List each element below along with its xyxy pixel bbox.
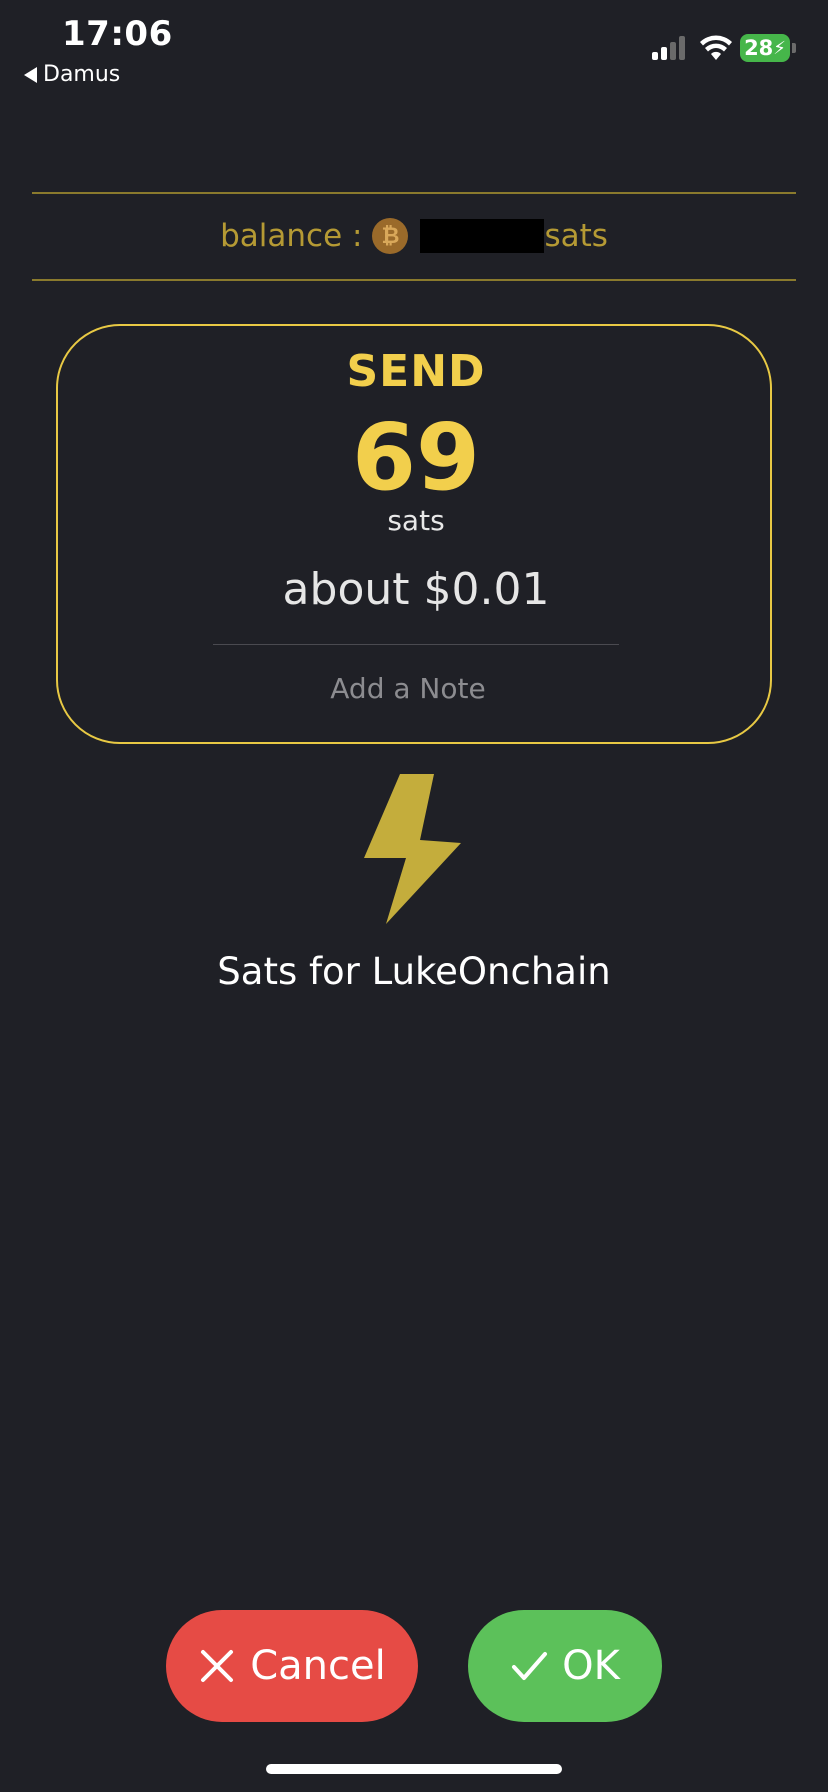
- back-to-app-link[interactable]: Damus: [24, 62, 120, 87]
- send-amount-card: SEND 69 sats about $0.01 Add a Note: [56, 324, 772, 744]
- balance-row: balance : ₿ sats: [32, 210, 796, 262]
- add-note-input[interactable]: Add a Note: [58, 672, 758, 705]
- ok-button[interactable]: OK: [468, 1610, 662, 1722]
- send-unit: sats: [387, 504, 445, 537]
- balance-unit: sats: [544, 218, 608, 254]
- close-icon: [201, 1650, 234, 1682]
- redacted-balance-value: [420, 219, 545, 253]
- balance-label: balance :: [220, 218, 363, 254]
- home-indicator[interactable]: [266, 1764, 562, 1774]
- fiat-estimate: about $0.01: [282, 564, 550, 615]
- charging-bolt-icon: ⚡: [773, 37, 786, 59]
- battery-indicator: 28 ⚡: [740, 34, 790, 62]
- bitcoin-icon: ₿: [372, 218, 409, 254]
- cancel-label: Cancel: [250, 1643, 386, 1689]
- note-divider: [213, 644, 619, 645]
- battery-level: 28: [744, 36, 774, 60]
- checkmark-icon: [512, 1652, 548, 1680]
- recipient-label: Sats for LukeOnchain: [217, 950, 611, 993]
- cancel-button[interactable]: Cancel: [166, 1610, 418, 1722]
- lightning-bolt-icon: [364, 774, 461, 924]
- balance-top-divider: [32, 192, 796, 194]
- wifi-icon: [700, 35, 732, 60]
- battery-nub: [792, 43, 796, 53]
- ok-label: OK: [562, 1643, 620, 1689]
- back-arrow-icon: [24, 66, 37, 83]
- status-time: 17:06: [62, 14, 173, 54]
- back-app-label: Damus: [43, 62, 121, 87]
- send-label: SEND: [346, 346, 486, 397]
- send-amount[interactable]: 69: [58, 404, 774, 511]
- balance-bottom-divider: [32, 279, 796, 281]
- cellular-signal-icon: [652, 36, 685, 60]
